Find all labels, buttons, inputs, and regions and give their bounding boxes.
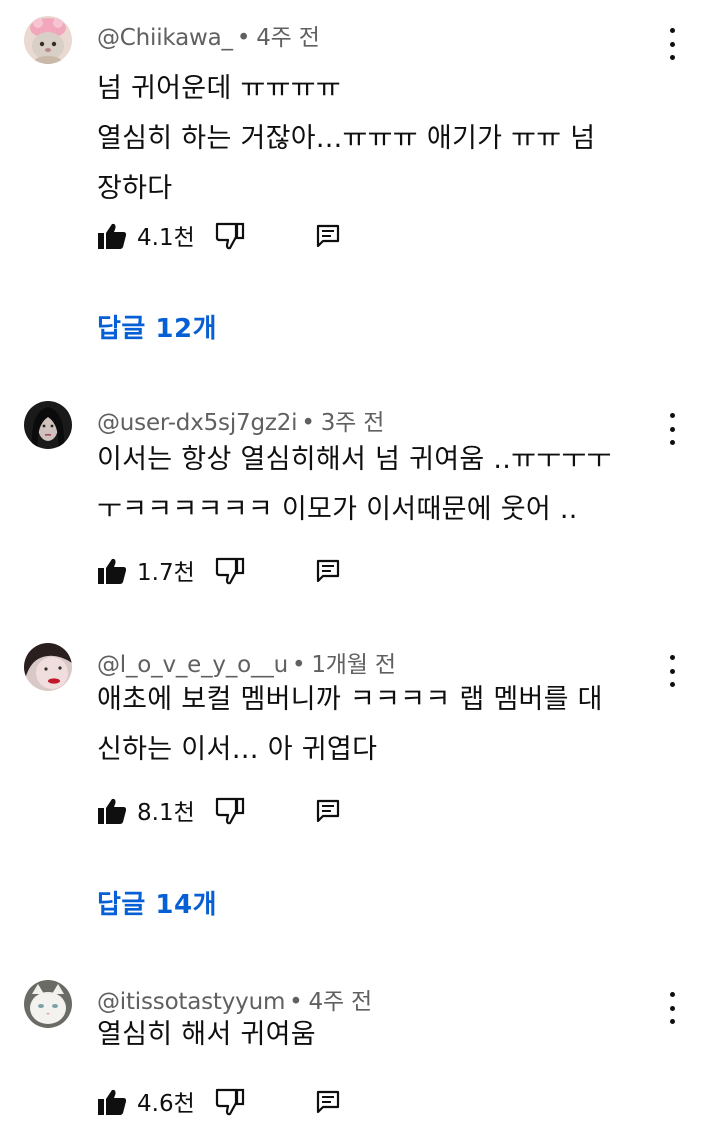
reply-comment-icon[interactable]: [316, 799, 340, 823]
white-cat-avatar-icon: [24, 980, 72, 1028]
comment-actions: 4.6천: [97, 1082, 357, 1122]
author-name[interactable]: @user-dx5sj7gz2i: [97, 410, 298, 436]
dislike-button[interactable]: [215, 557, 245, 585]
author-name[interactable]: @Chiikawa_: [97, 25, 233, 51]
comment-text: 열심히 해서 귀여움: [97, 1019, 316, 1050]
more-options-icon[interactable]: [658, 26, 686, 62]
avatar[interactable]: [24, 643, 72, 691]
like-count: 1.7천: [137, 560, 195, 586]
view-replies-button[interactable]: 답글 14개: [97, 884, 217, 921]
comment-meta: @user-dx5sj7gz2i • 3주 전: [97, 403, 384, 437]
dark-hair-portrait-avatar-icon: [24, 401, 72, 449]
like-count: 4.1천: [137, 225, 195, 251]
like-count: 8.1천: [137, 800, 195, 826]
avatar[interactable]: [24, 401, 72, 449]
like-button[interactable]: [97, 1088, 127, 1116]
comment-text: 이서는 항상 열심히해서 넘 귀여움 ..ㅠㅜㅜㅜ ㅜㅋㅋㅋㅋㅋㅋ 이모가 이서…: [97, 444, 612, 525]
comment-text: 넘 귀어운데 ㅠㅠㅠㅠ 열심히 하는 거잖아...ㅠㅠㅠ 애기가 ㅠㅠ 넘 장하…: [97, 73, 596, 204]
comment-time: 3주 전: [320, 410, 385, 436]
dislike-button[interactable]: [215, 797, 245, 825]
dislike-button[interactable]: [215, 1088, 245, 1116]
reply-comment-icon[interactable]: [316, 224, 340, 248]
reply-comment-icon[interactable]: [316, 559, 340, 583]
pink-hat-character-avatar-icon: [24, 16, 72, 64]
comment-actions: 1.7천: [97, 551, 357, 591]
like-button[interactable]: [97, 557, 127, 585]
meta-separator: •: [301, 410, 315, 436]
avatar[interactable]: [24, 980, 72, 1028]
comment-actions: 8.1천: [97, 791, 357, 831]
comment-meta: @l_o_v_e_y_o__u • 1개월 전: [97, 645, 396, 679]
like-button[interactable]: [97, 797, 127, 825]
avatar[interactable]: [24, 16, 72, 64]
dislike-button[interactable]: [215, 222, 245, 250]
like-count: 4.6천: [137, 1091, 195, 1117]
red-lips-portrait-avatar-icon: [24, 643, 72, 691]
view-replies-button[interactable]: 답글 12개: [97, 308, 217, 345]
comment-meta: @Chiikawa_ • 4주 전: [97, 18, 320, 52]
comment-text: 애초에 보컬 멤버니까 ㅋㅋㅋㅋ 랩 멤버를 대 신하는 이서… 아 귀엽다: [97, 684, 603, 765]
meta-separator: •: [236, 25, 251, 51]
like-button[interactable]: [97, 222, 127, 250]
reply-comment-icon[interactable]: [316, 1090, 340, 1114]
comment-time: 4주 전: [256, 25, 320, 51]
comment-actions: 4.1천: [97, 216, 357, 256]
